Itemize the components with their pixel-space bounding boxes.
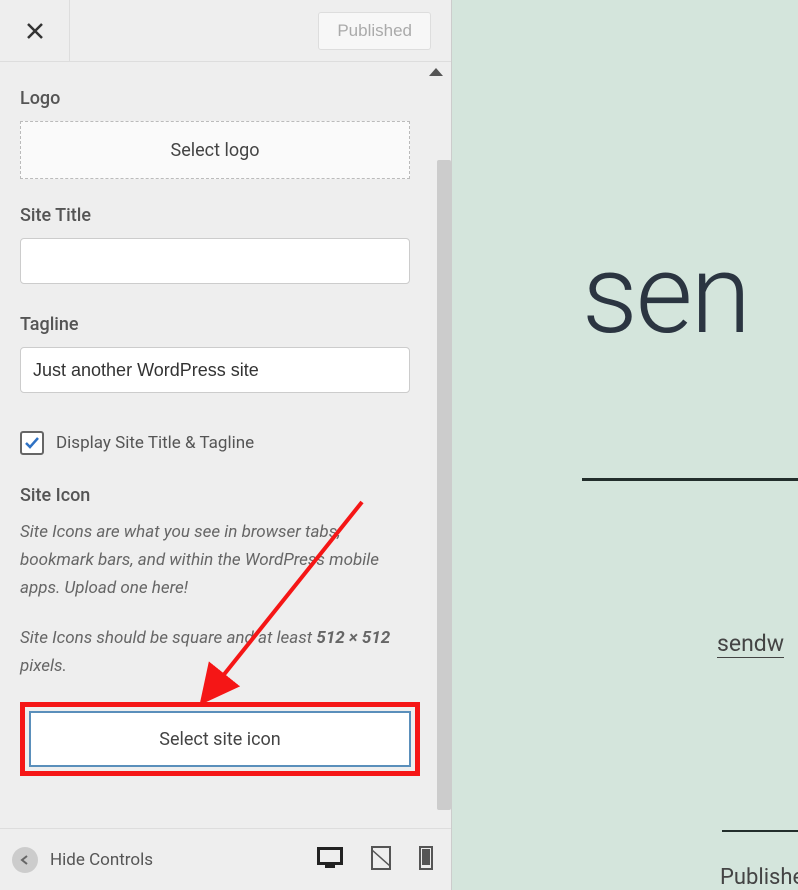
tagline-label: Tagline <box>20 314 431 335</box>
sidebar-header: Published <box>0 0 451 62</box>
site-title-label: Site Title <box>20 205 431 226</box>
customizer-sidebar: Published Logo Select logo Site Title Ta… <box>0 0 452 890</box>
mobile-icon[interactable] <box>419 846 433 874</box>
site-icon-desc-2: Site Icons should be square and at least… <box>20 624 410 680</box>
site-preview: sen sendw Publishe <box>452 0 798 890</box>
select-logo-button[interactable]: Select logo <box>20 121 410 179</box>
sidebar-footer: Hide Controls <box>0 828 451 890</box>
published-button: Published <box>318 12 431 50</box>
site-icon-highlight: Select site icon <box>20 702 420 776</box>
display-toggle-checkbox[interactable] <box>20 431 44 455</box>
close-icon <box>26 22 44 40</box>
collapse-icon <box>12 847 38 873</box>
display-toggle-label: Display Site Title & Tagline <box>56 433 254 453</box>
hide-controls-button[interactable]: Hide Controls <box>12 847 153 873</box>
logo-label: Logo <box>20 88 431 109</box>
site-icon-label: Site Icon <box>20 485 431 506</box>
preview-divider-1 <box>582 478 798 481</box>
tagline-input[interactable] <box>20 347 410 393</box>
preview-divider-2 <box>722 830 798 832</box>
preview-published-text: Publishe <box>720 865 798 890</box>
device-preview-switcher <box>317 846 433 874</box>
preview-site-title: sen <box>582 230 749 359</box>
display-toggle-row: Display Site Title & Tagline <box>20 431 431 455</box>
close-button[interactable] <box>0 0 70 62</box>
site-icon-desc-1: Site Icons are what you see in browser t… <box>20 518 410 602</box>
site-title-input[interactable] <box>20 238 410 284</box>
desktop-icon[interactable] <box>317 847 343 873</box>
select-site-icon-button[interactable]: Select site icon <box>29 711 411 767</box>
controls-panel: Logo Select logo Site Title Tagline Disp… <box>0 62 451 828</box>
preview-link[interactable]: sendw <box>717 630 784 658</box>
checkmark-icon <box>24 435 40 451</box>
hide-controls-label: Hide Controls <box>50 850 153 870</box>
tablet-icon[interactable] <box>371 846 391 874</box>
